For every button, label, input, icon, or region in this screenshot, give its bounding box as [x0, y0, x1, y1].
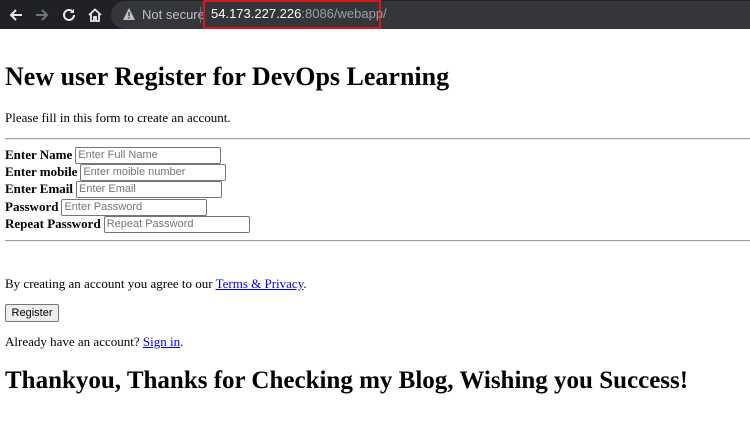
terms-text: By creating an account you agree to our … — [5, 276, 307, 292]
back-button[interactable] — [5, 4, 27, 26]
mobile-label: Enter mobile — [5, 164, 78, 179]
email-input[interactable] — [76, 180, 223, 198]
password-label: Password — [5, 199, 59, 214]
warning-icon[interactable] — [122, 7, 136, 21]
address-divider — [200, 7, 201, 23]
mobile-input[interactable] — [80, 163, 227, 181]
terms-link[interactable]: Terms & Privacy — [216, 276, 304, 291]
url-host: 54.173.227.226 — [211, 6, 302, 21]
reload-button[interactable] — [58, 4, 80, 26]
repeat-password-row: Repeat Password — [5, 215, 250, 233]
register-button[interactable]: Register — [5, 304, 59, 322]
password-input[interactable] — [61, 198, 208, 216]
browser-toolbar: Not secure 54.173.227.226:8086/webapp/ — [0, 0, 750, 29]
name-input[interactable] — [75, 146, 222, 164]
repeat-password-label: Repeat Password — [5, 216, 101, 231]
signin-suffix: . — [180, 334, 184, 349]
home-icon — [88, 8, 102, 22]
footer-heading: Thankyou, Thanks for Checking my Blog, W… — [5, 367, 689, 394]
repeat-password-input[interactable] — [103, 215, 250, 233]
signin-text: Already have an account? Sign in. — [5, 334, 183, 350]
top-divider — [5, 138, 750, 140]
home-button[interactable] — [84, 4, 106, 26]
signin-prefix: Already have an account? — [5, 334, 143, 349]
security-status-label[interactable]: Not secure — [142, 7, 205, 22]
name-label: Enter Name — [5, 147, 73, 162]
reload-icon — [63, 8, 75, 21]
form-intro-text: Please fill in this form to create an ac… — [5, 110, 231, 125]
back-arrow-icon — [9, 9, 22, 21]
signin-link[interactable]: Sign in — [143, 334, 180, 349]
bottom-divider — [5, 240, 750, 242]
mobile-row: Enter mobile — [5, 163, 227, 181]
forward-arrow-icon — [36, 9, 49, 21]
email-row: Enter Email — [5, 180, 223, 198]
name-row: Enter Name — [5, 146, 222, 164]
password-row: Password — [5, 198, 208, 216]
forward-button[interactable] — [31, 4, 53, 26]
email-label: Enter Email — [5, 181, 74, 196]
url-path: :8086/webapp/ — [301, 6, 387, 21]
terms-prefix: By creating an account you agree to our — [5, 276, 216, 291]
terms-suffix: . — [303, 276, 307, 291]
url-text[interactable]: 54.173.227.226:8086/webapp/ — [211, 6, 387, 21]
page-title: New user Register for DevOps Learning — [5, 62, 450, 91]
